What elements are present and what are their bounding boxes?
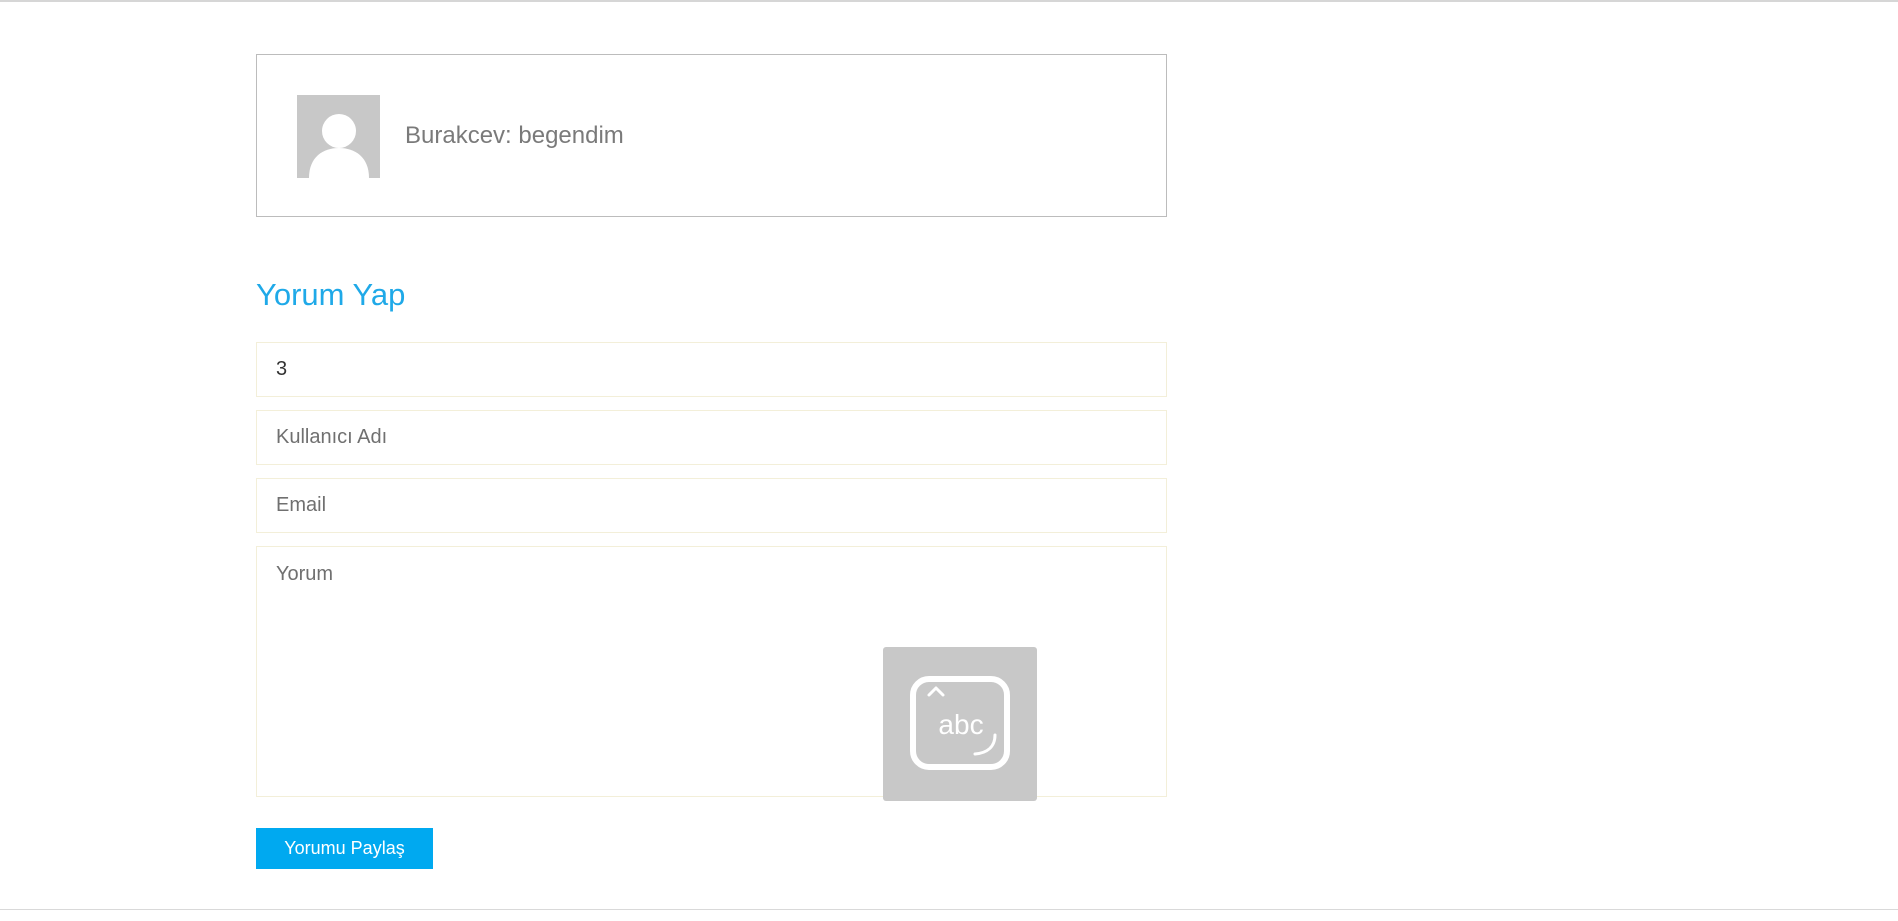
default-user-avatar-icon — [297, 95, 380, 178]
comment-body: begendim — [518, 122, 624, 149]
comment-author: Burakcev — [405, 122, 506, 149]
page: Burakcev: begendim Yorum Yap abc Yorumu … — [0, 0, 1898, 921]
avatar-silhouette — [297, 95, 380, 178]
comment-separator: : — [505, 122, 519, 149]
handwriting-keyboard-icon[interactable]: abc — [883, 647, 1037, 801]
email-input[interactable] — [256, 478, 1167, 533]
bottom-divider — [0, 909, 1898, 910]
comment-card: Burakcev: begendim — [256, 54, 1167, 217]
top-divider — [0, 0, 1898, 2]
keyboard-widget-graphic: abc — [910, 676, 1010, 770]
username-input[interactable] — [256, 410, 1167, 465]
comment-text: Burakcev: begendim — [405, 122, 624, 150]
submit-comment-button[interactable]: Yorumu Paylaş — [256, 828, 433, 869]
number-input[interactable] — [256, 342, 1167, 397]
comment-form-title: Yorum Yap — [256, 277, 406, 312]
keyboard-widget-label: abc — [938, 709, 983, 740]
